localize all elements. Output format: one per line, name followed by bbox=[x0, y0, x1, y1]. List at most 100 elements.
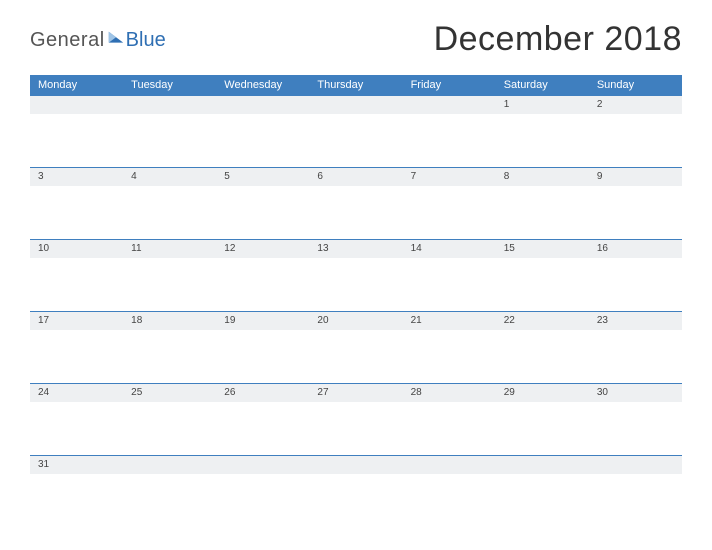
date-cell: 11 bbox=[123, 240, 216, 311]
date-number: 25 bbox=[123, 384, 216, 402]
date-cell: 23 bbox=[589, 312, 682, 383]
date-number: 28 bbox=[403, 384, 496, 402]
date-cell: 26 bbox=[216, 384, 309, 455]
logo-mark-icon bbox=[107, 30, 125, 48]
date-number: 8 bbox=[496, 168, 589, 186]
date-cell bbox=[403, 96, 496, 167]
date-cell: 20 bbox=[309, 312, 402, 383]
date-number: 21 bbox=[403, 312, 496, 330]
date-cell bbox=[123, 96, 216, 167]
logo-text-blue: Blue bbox=[126, 29, 166, 52]
date-number bbox=[403, 456, 496, 474]
date-number: 1 bbox=[496, 96, 589, 114]
date-number: 12 bbox=[216, 240, 309, 258]
date-number bbox=[403, 96, 496, 114]
day-header: Thursday bbox=[309, 79, 402, 91]
date-cell: 9 bbox=[589, 168, 682, 239]
date-number: 15 bbox=[496, 240, 589, 258]
day-header: Monday bbox=[30, 79, 123, 91]
date-number bbox=[309, 96, 402, 114]
week-row: 24252627282930 bbox=[30, 383, 682, 455]
date-number bbox=[123, 456, 216, 474]
date-cell: 24 bbox=[30, 384, 123, 455]
date-number: 5 bbox=[216, 168, 309, 186]
date-cell: 10 bbox=[30, 240, 123, 311]
date-cell: 29 bbox=[496, 384, 589, 455]
date-cell: 15 bbox=[496, 240, 589, 311]
date-cell: 3 bbox=[30, 168, 123, 239]
date-cell bbox=[403, 456, 496, 527]
date-cell bbox=[496, 456, 589, 527]
date-cell: 25 bbox=[123, 384, 216, 455]
date-cell bbox=[216, 96, 309, 167]
page-title: December 2018 bbox=[434, 20, 682, 59]
date-number: 31 bbox=[30, 456, 123, 474]
date-number: 29 bbox=[496, 384, 589, 402]
date-cell: 17 bbox=[30, 312, 123, 383]
date-cell bbox=[309, 96, 402, 167]
date-cell: 4 bbox=[123, 168, 216, 239]
week-row: 12 bbox=[30, 95, 682, 167]
week-row: 31 bbox=[30, 455, 682, 527]
week-row: 10111213141516 bbox=[30, 239, 682, 311]
date-cell: 6 bbox=[309, 168, 402, 239]
date-cell bbox=[30, 96, 123, 167]
date-number: 22 bbox=[496, 312, 589, 330]
date-cell: 30 bbox=[589, 384, 682, 455]
date-number bbox=[216, 456, 309, 474]
date-number bbox=[216, 96, 309, 114]
date-number: 26 bbox=[216, 384, 309, 402]
date-number: 16 bbox=[589, 240, 682, 258]
day-header: Saturday bbox=[496, 79, 589, 91]
date-cell bbox=[123, 456, 216, 527]
date-cell: 21 bbox=[403, 312, 496, 383]
logo: General Blue bbox=[30, 28, 166, 52]
day-header: Sunday bbox=[589, 79, 682, 91]
date-number: 13 bbox=[309, 240, 402, 258]
date-cell: 28 bbox=[403, 384, 496, 455]
date-cell: 31 bbox=[30, 456, 123, 527]
date-cell: 8 bbox=[496, 168, 589, 239]
date-number: 3 bbox=[30, 168, 123, 186]
date-number bbox=[309, 456, 402, 474]
date-number: 24 bbox=[30, 384, 123, 402]
day-header: Tuesday bbox=[123, 79, 216, 91]
week-row: 3456789 bbox=[30, 167, 682, 239]
date-cell: 27 bbox=[309, 384, 402, 455]
date-cell: 14 bbox=[403, 240, 496, 311]
date-number: 14 bbox=[403, 240, 496, 258]
date-cell: 13 bbox=[309, 240, 402, 311]
day-header-row: Monday Tuesday Wednesday Thursday Friday… bbox=[30, 75, 682, 95]
header: General Blue December 2018 bbox=[0, 0, 712, 75]
date-number bbox=[123, 96, 216, 114]
date-number bbox=[30, 96, 123, 114]
date-number: 6 bbox=[309, 168, 402, 186]
logo-text-general: General bbox=[30, 29, 105, 52]
date-cell: 5 bbox=[216, 168, 309, 239]
date-number: 9 bbox=[589, 168, 682, 186]
date-cell: 16 bbox=[589, 240, 682, 311]
date-number: 18 bbox=[123, 312, 216, 330]
date-cell bbox=[589, 456, 682, 527]
date-cell: 7 bbox=[403, 168, 496, 239]
date-cell: 18 bbox=[123, 312, 216, 383]
date-cell: 19 bbox=[216, 312, 309, 383]
date-cell bbox=[216, 456, 309, 527]
date-number: 2 bbox=[589, 96, 682, 114]
day-header: Wednesday bbox=[216, 79, 309, 91]
date-cell bbox=[309, 456, 402, 527]
date-number: 7 bbox=[403, 168, 496, 186]
date-number: 23 bbox=[589, 312, 682, 330]
date-number: 27 bbox=[309, 384, 402, 402]
date-cell: 22 bbox=[496, 312, 589, 383]
date-number: 10 bbox=[30, 240, 123, 258]
date-number: 19 bbox=[216, 312, 309, 330]
calendar: Monday Tuesday Wednesday Thursday Friday… bbox=[30, 75, 682, 527]
date-number: 11 bbox=[123, 240, 216, 258]
date-cell: 12 bbox=[216, 240, 309, 311]
date-number: 4 bbox=[123, 168, 216, 186]
date-number: 17 bbox=[30, 312, 123, 330]
date-number: 30 bbox=[589, 384, 682, 402]
date-cell: 2 bbox=[589, 96, 682, 167]
date-number bbox=[589, 456, 682, 474]
